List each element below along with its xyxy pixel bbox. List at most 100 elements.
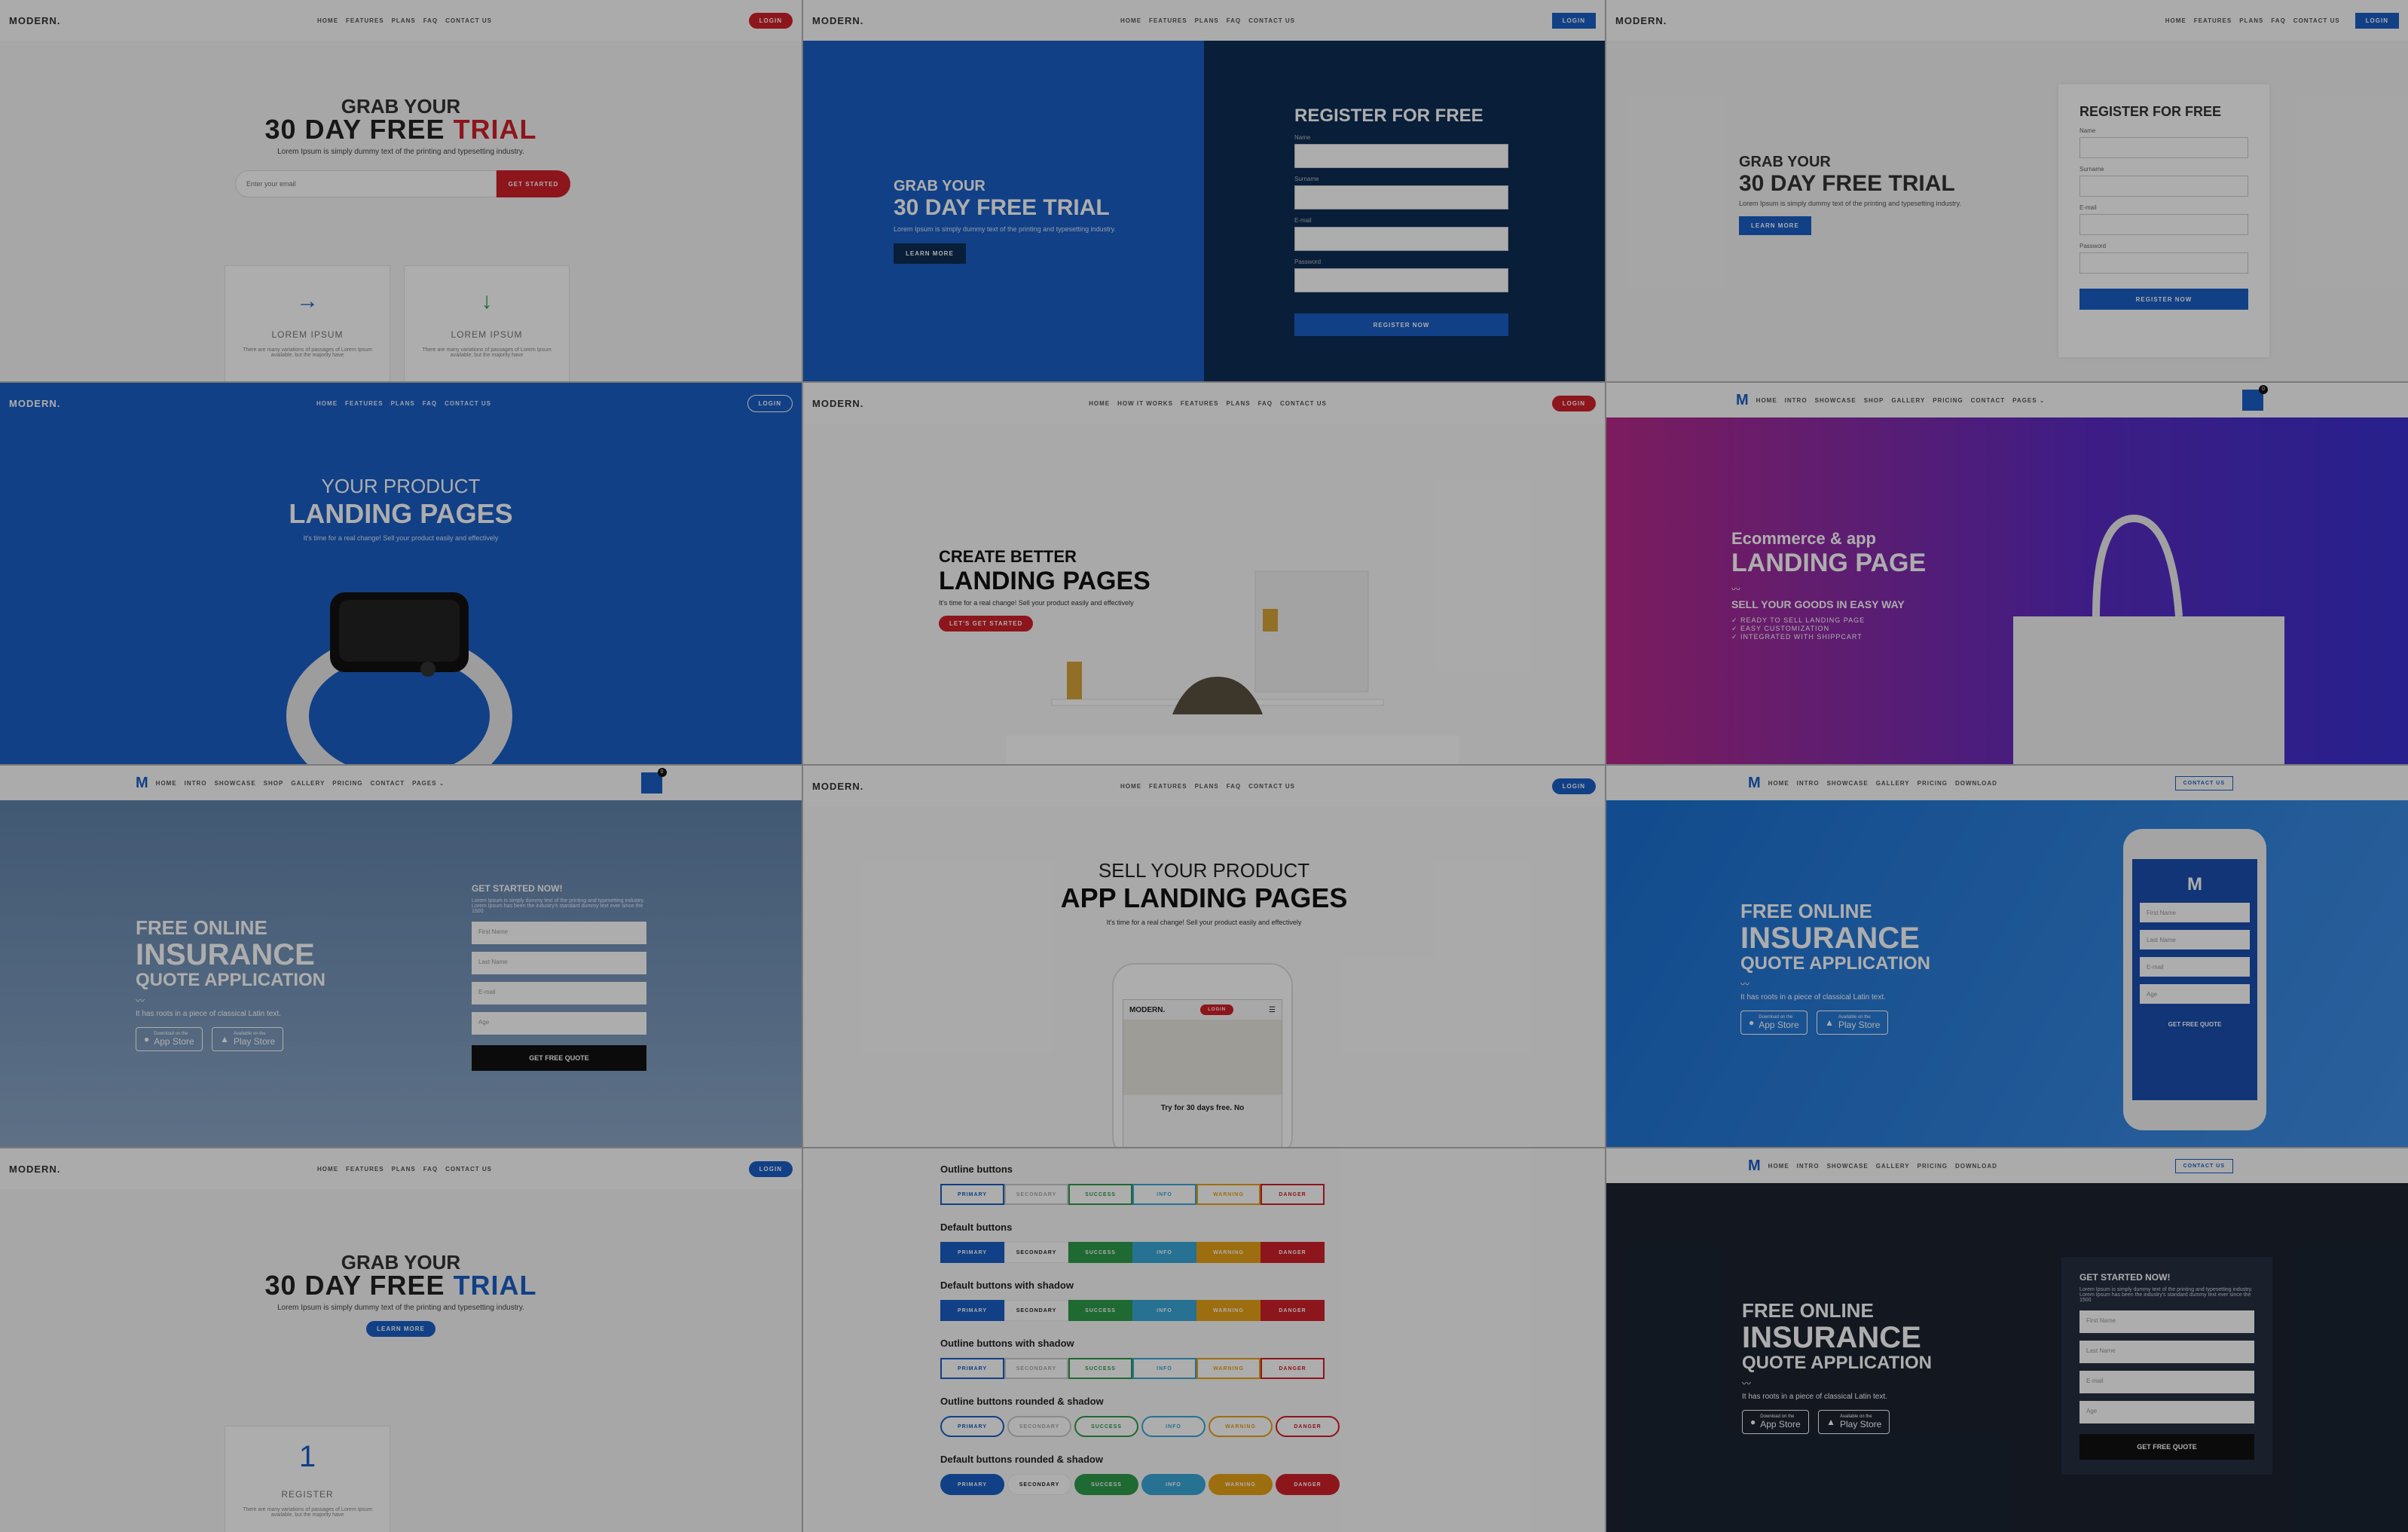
login-button[interactable]: LOGIN <box>748 1160 793 1177</box>
brand-logo[interactable]: MODERN. <box>9 398 60 409</box>
nav-item[interactable]: FEATURES <box>345 400 384 407</box>
success-button[interactable]: SUCCESS <box>1068 1242 1132 1263</box>
login-button[interactable]: LOGIN <box>2355 12 2399 29</box>
secondary-button[interactable]: SECONDARY <box>1004 1300 1068 1321</box>
info-button[interactable]: INFO <box>1141 1474 1206 1495</box>
app-store-button[interactable]: ● Download on the App Store <box>1742 1410 1809 1434</box>
surname-field[interactable] <box>2079 176 2248 197</box>
login-button[interactable]: LOGIN <box>747 394 793 412</box>
nav-item[interactable]: SHOP <box>1864 397 1884 404</box>
nav-item[interactable]: FAQ <box>423 1166 438 1173</box>
nav-item[interactable]: SHOWCASE <box>215 780 256 787</box>
get-started-button[interactable]: GET STARTED <box>497 170 570 197</box>
nav-item[interactable]: CONTACT US <box>2293 17 2340 24</box>
info-button[interactable]: INFO <box>1132 1184 1196 1205</box>
danger-button[interactable]: DANGER <box>1261 1184 1325 1205</box>
nav-item[interactable]: HOME <box>1120 17 1141 24</box>
secondary-button[interactable]: SECONDARY <box>1004 1358 1068 1379</box>
nav-item[interactable]: PLANS <box>391 400 415 407</box>
nav-item[interactable]: HOW IT WORKS <box>1117 400 1173 407</box>
email-field[interactable] <box>1294 227 1508 251</box>
nav-item[interactable]: FEATURES <box>346 17 384 24</box>
email-field[interactable]: E-mail <box>2140 957 2250 977</box>
nav-item[interactable]: CONTACT US <box>1280 400 1327 407</box>
nav-item[interactable]: HOME <box>1768 780 1789 787</box>
get-quote-button[interactable]: GET FREE QUOTE <box>472 1045 646 1071</box>
secondary-button[interactable]: SECONDARY <box>1007 1416 1071 1437</box>
nav-item[interactable]: PLANS <box>392 17 416 24</box>
nav-item[interactable]: PLANS <box>1195 17 1219 24</box>
cart-icon[interactable]: 0 <box>640 768 667 794</box>
info-button[interactable]: INFO <box>1132 1242 1196 1263</box>
info-button[interactable]: INFO <box>1141 1416 1206 1437</box>
brand-logo[interactable]: MODERN. <box>9 15 60 26</box>
play-store-button[interactable]: ▲ Available on the Play Store <box>1818 1410 1890 1434</box>
brand-logo[interactable]: MODERN. <box>812 781 863 792</box>
nav-item[interactable]: PRICING <box>1918 780 1948 787</box>
warning-button[interactable]: WARNING <box>1196 1300 1261 1321</box>
first-name-field[interactable]: First Name <box>472 922 646 944</box>
surname-field[interactable] <box>1294 185 1508 209</box>
warning-button[interactable]: WARNING <box>1209 1474 1273 1495</box>
nav-item[interactable]: HOME <box>2165 17 2186 24</box>
secondary-button[interactable]: SECONDARY <box>1004 1242 1068 1263</box>
nav-item[interactable]: FEATURES <box>1181 400 1219 407</box>
age-field[interactable]: Age <box>472 1012 646 1035</box>
age-field[interactable]: Age <box>2140 984 2250 1004</box>
first-name-field[interactable]: First Name <box>2140 903 2250 922</box>
nav-item[interactable]: CONTACT US <box>1248 17 1295 24</box>
success-button[interactable]: SUCCESS <box>1068 1358 1132 1379</box>
primary-button[interactable]: PRIMARY <box>940 1416 1004 1437</box>
nav-item[interactable]: HOME <box>317 17 338 24</box>
nav-item[interactable]: PLANS <box>1195 783 1219 790</box>
nav-item[interactable]: PRICING <box>1933 397 1963 404</box>
nav-item[interactable]: CONTACT US <box>445 400 491 407</box>
play-store-button[interactable]: ▲ Available on the Play Store <box>1817 1011 1889 1035</box>
nav-item[interactable]: FAQ <box>423 17 438 24</box>
nav-item[interactable]: FAQ <box>1227 783 1241 790</box>
brand-logo[interactable]: MODERN. <box>1615 15 1667 26</box>
app-store-button[interactable]: ● Download on the App Store <box>1740 1011 1808 1035</box>
nav-item[interactable]: INTRO <box>1797 780 1820 787</box>
nav-item[interactable]: GALLERY <box>1891 397 1925 404</box>
email-field[interactable]: E-mail <box>472 982 646 1005</box>
m-logo-icon[interactable]: M <box>1748 1157 1761 1175</box>
brand-logo[interactable]: MODERN. <box>9 1164 60 1175</box>
nav-item[interactable]: GALLERY <box>1876 1163 1910 1170</box>
first-name-field[interactable]: First Name <box>2079 1310 2254 1333</box>
danger-button[interactable]: DANGER <box>1261 1300 1325 1321</box>
register-button[interactable]: REGISTER NOW <box>1294 313 1508 336</box>
last-name-field[interactable]: Last Name <box>472 952 646 974</box>
nav-item[interactable]: HOME <box>1089 400 1110 407</box>
nav-item[interactable]: INTRO <box>1785 397 1808 404</box>
nav-item[interactable]: CONTACT <box>371 780 405 787</box>
nav-item[interactable]: FEATURES <box>1149 783 1187 790</box>
secondary-button[interactable]: SECONDARY <box>1004 1184 1068 1205</box>
learn-more-button[interactable]: LEARN MORE <box>366 1321 435 1337</box>
register-button[interactable]: REGISTER NOW <box>2079 289 2248 310</box>
m-logo-icon[interactable]: M <box>1748 775 1761 792</box>
get-quote-button[interactable]: GET FREE QUOTE <box>2079 1434 2254 1460</box>
m-logo-icon[interactable]: M <box>1736 392 1749 409</box>
nav-item[interactable]: FEATURES <box>2194 17 2232 24</box>
nav-item[interactable]: HOME <box>317 1166 338 1173</box>
nav-item[interactable]: GALLERY <box>1876 780 1910 787</box>
last-name-field[interactable]: Last Name <box>2079 1341 2254 1363</box>
nav-item[interactable]: HOME <box>316 400 338 407</box>
danger-button[interactable]: DANGER <box>1261 1358 1325 1379</box>
password-field[interactable] <box>2079 252 2248 274</box>
nav-item[interactable]: PAGES ⌄ <box>2012 397 2045 404</box>
app-store-button[interactable]: ● Download on the App Store <box>136 1027 203 1051</box>
nav-item[interactable]: FAQ <box>1227 17 1241 24</box>
nav-item[interactable]: FEATURES <box>346 1166 384 1173</box>
get-quote-button[interactable]: GET FREE QUOTE <box>2140 1013 2250 1035</box>
nav-item[interactable]: CONTACT US <box>1248 783 1295 790</box>
nav-item[interactable]: FAQ <box>2271 17 2285 24</box>
info-button[interactable]: INFO <box>1132 1300 1196 1321</box>
nav-item[interactable]: HOME <box>1756 397 1777 404</box>
nav-item[interactable]: PLANS <box>1226 400 1250 407</box>
primary-button[interactable]: PRIMARY <box>940 1474 1004 1495</box>
danger-button[interactable]: DANGER <box>1261 1242 1325 1263</box>
nav-item[interactable]: INTRO <box>1797 1163 1820 1170</box>
email-field[interactable]: E-mail <box>2079 1371 2254 1393</box>
